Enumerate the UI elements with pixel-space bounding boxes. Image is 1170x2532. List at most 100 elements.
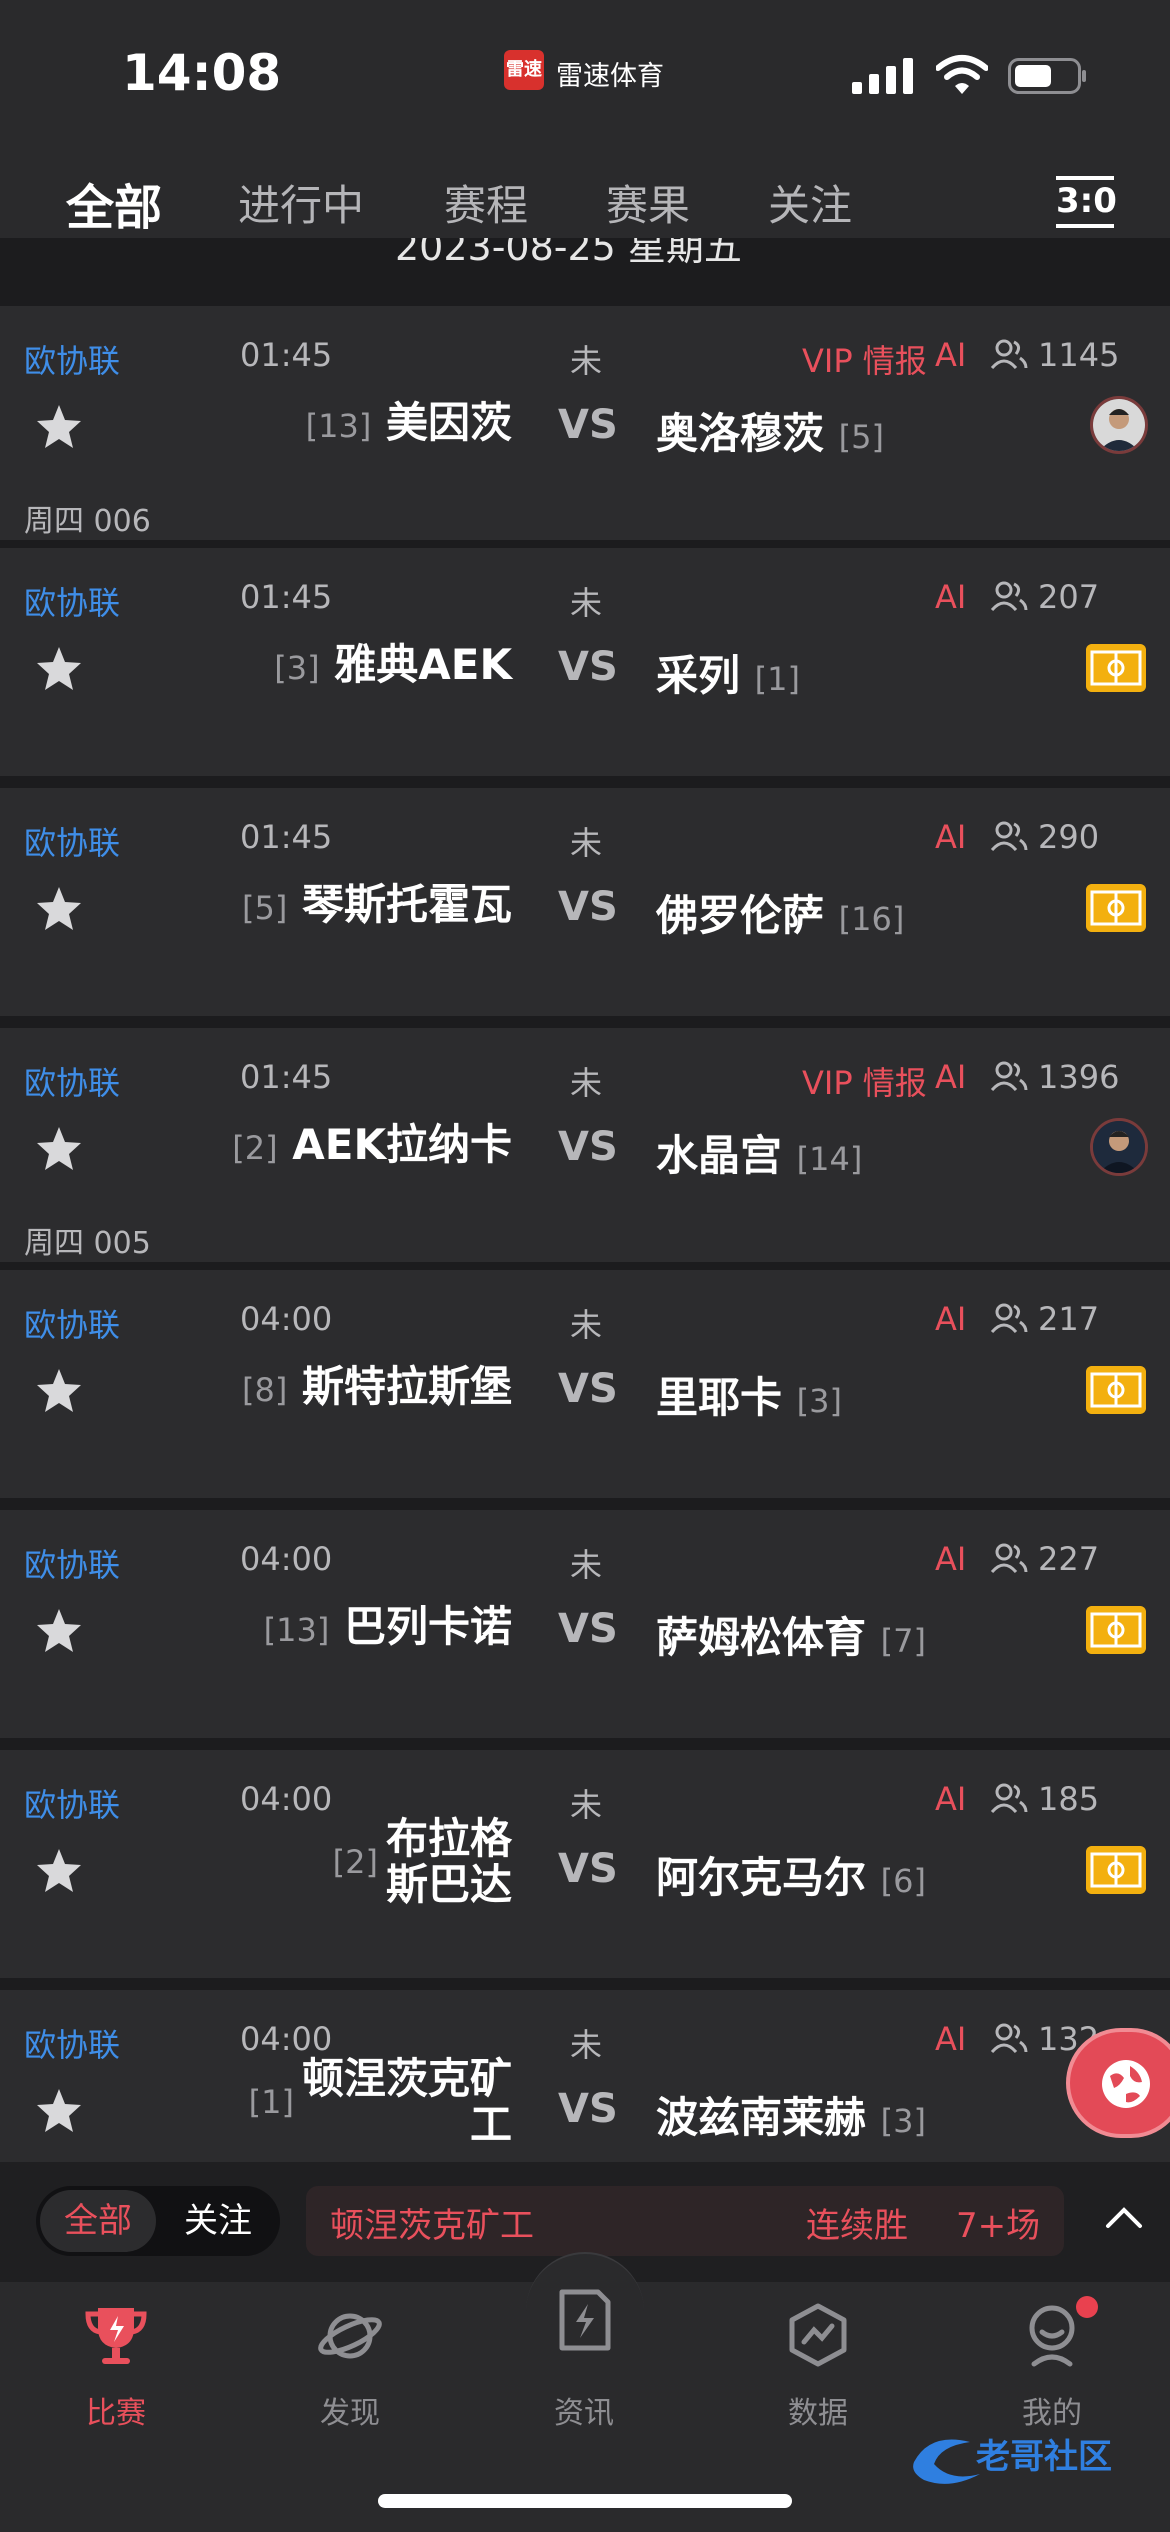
planet-icon [318,2313,382,2359]
home-team[interactable]: [2] 布拉格 斯巴达 [333,1816,512,1908]
pitch-animation-icon[interactable] [1086,644,1146,692]
home-rank: [5] [242,889,288,927]
away-team-name: 水晶宫 [656,1131,783,1180]
match-status: 未 [570,1546,603,1584]
analyst-avatar[interactable] [1090,1118,1148,1176]
vip-intel-label[interactable]: VIP 情报 [802,1058,927,1104]
segment-follow[interactable]: 关注 [160,2190,276,2252]
match-row[interactable]: 欧协联 01:45 未 AI 290 [5] 琴斯托霍瓦 VS 佛罗伦萨 [16… [0,788,1170,1016]
match-row[interactable]: 欧协联 01:45 未 VIP 情报 AI 1396 [2] AEK拉纳卡 VS… [0,1028,1170,1262]
star-icon[interactable] [34,884,84,934]
ai-label[interactable]: AI [935,578,966,616]
away-team[interactable]: 波兹南莱赫 [3] [656,2084,926,2145]
match-row[interactable]: 欧协联 01:45 未 AI 207 [3] 雅典AEK VS 采列 [1] [0,548,1170,776]
home-team[interactable]: [13] 美因茨 [306,400,512,449]
league-name[interactable]: 欧协联 [24,1780,120,1826]
vs-label: VS [558,1366,618,1412]
away-team-name: 采列 [656,651,741,700]
ai-label[interactable]: AI [935,1058,966,1096]
ai-label[interactable]: AI [935,2020,966,2058]
trophy-icon [85,2308,147,2364]
league-name[interactable]: 欧协联 [24,2020,120,2066]
match-row[interactable]: 欧协联 04:00 未 AI 227 [13] 巴列卡诺 VS 萨姆松体育 [7… [0,1510,1170,1738]
kickoff-time: 01:45 [240,1058,333,1096]
star-icon[interactable] [34,1606,84,1656]
ai-label[interactable]: AI [935,818,966,856]
home-team[interactable]: [8] 斯特拉斯堡 [242,1364,512,1413]
home-team[interactable]: [2] AEK拉纳卡 [232,1122,512,1171]
pitch-animation-icon[interactable] [1086,1366,1146,1414]
kickoff-time: 04:00 [240,1780,333,1818]
ai-label[interactable]: AI [935,1780,966,1818]
star-icon[interactable] [34,2086,84,2136]
match-row[interactable]: 欧协联 04:00 未 AI 185 [2] 布拉格 斯巴达 VS 阿尔克马尔 … [0,1750,1170,1978]
league-name[interactable]: 欧协联 [24,578,120,624]
ai-label[interactable]: AI [935,336,966,374]
ai-label[interactable]: AI [935,1540,966,1578]
home-team[interactable]: [13] 巴列卡诺 [264,1604,512,1653]
tab-live[interactable]: 进行中 [238,172,364,233]
league-name[interactable]: 欧协联 [24,1058,120,1104]
away-team[interactable]: 里耶卡 [3] [656,1364,842,1425]
tab-schedule[interactable]: 赛程 [444,172,528,233]
star-icon[interactable] [34,1846,84,1896]
people-icon [990,1783,1028,1814]
cellular-signal-icon [852,58,913,94]
star-icon[interactable] [34,1366,84,1416]
tab-all[interactable]: 全部 [66,168,162,238]
follower-count: 227 [1038,1540,1100,1578]
nav-matches[interactable]: 比赛 [16,2282,216,2442]
pitch-animation-icon[interactable] [1086,884,1146,932]
bottom-nav: 比赛 发现 资讯 数据 我的 老哥社区 [0,2252,1170,2532]
away-team-name: 奥洛穆茨 [656,409,825,458]
score-mode-toggle[interactable]: 3:0 [1056,176,1117,228]
vip-intel-label[interactable]: VIP 情报 [802,336,927,382]
follower-count: 185 [1038,1780,1100,1818]
wifi-icon [936,55,988,94]
status-bar: 14:08 雷速 雷速体育 [0,0,1170,150]
home-team-name-line1: 布拉格 [385,1814,512,1863]
home-indicator[interactable] [378,2494,792,2508]
away-team[interactable]: 采列 [1] [656,642,800,703]
away-team-name: 佛罗伦萨 [656,891,825,940]
match-row[interactable]: 欧协联 04:00 未 AI 132 [1] 顿涅茨克矿 工 VS 波兹南莱赫 … [0,1990,1170,2162]
home-team[interactable]: [1] 顿涅茨克矿 工 [249,2056,512,2148]
pitch-animation-icon[interactable] [1086,1606,1146,1654]
nav-profile[interactable]: 我的 [952,2282,1152,2442]
floating-globe-button[interactable] [1066,2028,1170,2138]
pitch-animation-icon[interactable] [1086,1846,1146,1894]
nav-discover[interactable]: 发现 [250,2282,450,2442]
nav-data[interactable]: 数据 [718,2282,918,2442]
segment-all[interactable]: 全部 [40,2190,156,2252]
away-team[interactable]: 佛罗伦萨 [16] [656,882,904,943]
star-icon[interactable] [34,644,84,694]
tab-results[interactable]: 赛果 [606,172,690,233]
away-team[interactable]: 萨姆松体育 [7] [656,1604,926,1665]
chevron-up-icon[interactable] [1104,2202,1144,2232]
home-team-name: 雅典AEK [334,640,512,689]
home-rank: [2] [332,1843,378,1881]
match-row[interactable]: 欧协联 01:45 未 VIP 情报 AI 1145 [13] 美因茨 VS 奥… [0,306,1170,540]
streak-team: 顿涅茨克矿工 [330,2206,534,2246]
league-name[interactable]: 欧协联 [24,1540,120,1586]
league-name[interactable]: 欧协联 [24,1300,120,1346]
league-name[interactable]: 欧协联 [24,818,120,864]
away-team[interactable]: 阿尔克马尔 [6] [656,1844,926,1905]
match-code: 周四 006 [24,504,151,539]
home-team[interactable]: [3] 雅典AEK [274,642,512,691]
streak-banner[interactable]: 顿涅茨克矿工 连续胜 7+场 [306,2186,1064,2256]
ai-label[interactable]: AI [935,1300,966,1338]
away-team[interactable]: 奥洛穆茨 [5] [656,400,884,461]
match-row[interactable]: 欧协联 04:00 未 AI 217 [8] 斯特拉斯堡 VS 里耶卡 [3] [0,1270,1170,1498]
notification-dot [1076,2296,1098,2318]
analyst-avatar[interactable] [1090,396,1148,454]
nav-news[interactable]: 资讯 [484,2282,684,2442]
star-icon[interactable] [34,402,84,452]
tab-follow[interactable]: 关注 [768,172,852,233]
away-team[interactable]: 水晶宫 [14] [656,1122,862,1183]
league-name[interactable]: 欧协联 [24,336,120,382]
star-icon[interactable] [34,1124,84,1174]
person-avatar-icon [1093,399,1145,451]
home-team[interactable]: [5] 琴斯托霍瓦 [242,882,512,931]
people-icon [990,1303,1028,1334]
